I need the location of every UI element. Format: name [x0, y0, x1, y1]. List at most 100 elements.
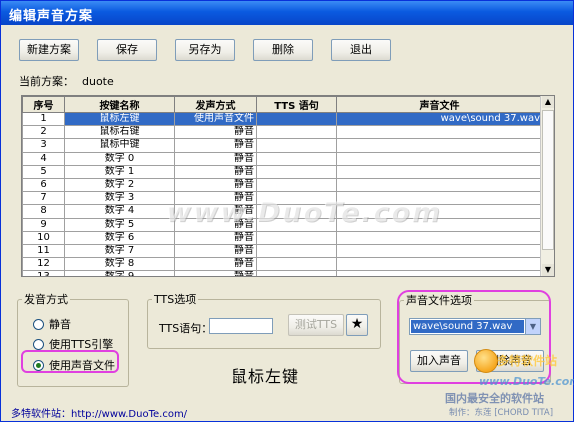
exit-button[interactable]: 退出 — [331, 39, 391, 61]
table-cell[interactable]: 13 — [22, 270, 65, 276]
scroll-down-icon[interactable]: ▼ — [542, 264, 554, 276]
table-cell[interactable]: 静音 — [174, 257, 257, 272]
table-cell[interactable]: 数字 3 — [64, 191, 175, 206]
table-cell[interactable]: 4 — [22, 151, 65, 166]
test-tts-button[interactable]: 测试TTS — [288, 314, 344, 336]
radio-tts-icon[interactable] — [33, 338, 44, 350]
table-cell[interactable] — [256, 257, 337, 272]
table-cell[interactable] — [256, 151, 337, 166]
new-scheme-button[interactable]: 新建方案 — [19, 39, 79, 61]
table-cell[interactable]: 静音 — [174, 243, 257, 259]
table-row[interactable]: 1 鼠标左键 使用声音文件 wave\sound 37.wav — [22, 111, 543, 127]
table-cell[interactable]: wave\sound 37.wav — [336, 111, 543, 127]
table-cell[interactable] — [336, 164, 543, 179]
col-header-sound-file[interactable]: 声音文件 — [336, 96, 543, 113]
table-row[interactable]: 2 鼠标右键 静音 — [22, 125, 543, 140]
table-cell[interactable]: 静音 — [174, 151, 257, 166]
title-bar[interactable]: 编辑声音方案 — [1, 1, 573, 25]
save-as-button[interactable]: 另存为 — [175, 39, 235, 61]
table-cell[interactable] — [336, 138, 543, 153]
highlight-radio-sound-file — [21, 350, 119, 373]
scroll-thumb[interactable] — [542, 110, 554, 250]
watermark-text: www.DuoTe.com — [166, 197, 442, 228]
table-cell[interactable]: 使用声音文件 — [174, 111, 257, 127]
table-cell[interactable]: 静音 — [174, 125, 257, 140]
table-cell[interactable] — [256, 138, 337, 153]
table-cell[interactable]: 数字 9 — [64, 270, 175, 276]
table-row[interactable]: 5 数字 1 静音 — [22, 164, 543, 179]
tts-text-label: TTS语句： — [159, 322, 213, 335]
highlight-sound-options — [397, 290, 551, 384]
table-row[interactable]: 12 数字 8 静音 — [22, 257, 543, 272]
delete-button[interactable]: 删除 — [253, 39, 313, 61]
watermark-credit: 制作：东莲 [CHORD TITA] — [449, 408, 554, 418]
table-cell[interactable]: 静音 — [174, 230, 257, 245]
table-row[interactable]: 6 数字 2 静音 — [22, 177, 543, 193]
col-header-sound-mode[interactable]: 发声方式 — [174, 96, 257, 113]
table-cell[interactable] — [256, 270, 337, 276]
save-button[interactable]: 保存 — [97, 39, 157, 61]
col-header-tts-text[interactable]: TTS 语句 — [256, 96, 337, 113]
table-cell[interactable] — [256, 177, 337, 193]
table-cell[interactable]: 静音 — [174, 138, 257, 153]
table-cell[interactable]: 数字 4 — [64, 204, 175, 219]
current-scheme: 当前方案： duote — [19, 73, 122, 89]
table-cell[interactable]: 8 — [22, 204, 65, 219]
table-cell[interactable] — [336, 151, 543, 166]
table-cell[interactable]: 2 — [22, 125, 65, 140]
table-row[interactable]: 4 数字 0 静音 — [22, 151, 543, 166]
watermark-site-name: 多特软件站 — [497, 354, 558, 368]
scroll-up-icon[interactable]: ▲ — [542, 96, 554, 108]
table-scrollbar[interactable]: ▲ ▼ — [540, 96, 554, 276]
table-cell[interactable]: 12 — [22, 257, 65, 272]
footer-link[interactable]: 多特软件站：http://www.DuoTe.com/ — [11, 405, 187, 420]
radio-mute-label: 静音 — [49, 318, 71, 331]
table-cell[interactable]: 数字 6 — [64, 230, 175, 245]
table-cell[interactable]: 7 — [22, 191, 65, 206]
key-sound-table[interactable]: 序号 按键名称 发声方式 TTS 语句 声音文件 1 鼠标左键 使用声音文件 wave… — [21, 95, 555, 277]
table-cell[interactable]: 数字 5 — [64, 217, 175, 232]
table-cell[interactable]: 9 — [22, 217, 65, 232]
current-scheme-label: 当前方案： — [19, 75, 74, 88]
table-cell[interactable] — [336, 243, 543, 259]
table-cell[interactable] — [256, 243, 337, 259]
star-icon[interactable]: ★ — [346, 314, 368, 336]
table-cell[interactable]: 1 — [22, 111, 65, 127]
table-cell[interactable]: 5 — [22, 164, 65, 179]
table-cell[interactable] — [256, 164, 337, 179]
table-cell[interactable] — [336, 177, 543, 193]
table-cell[interactable] — [336, 270, 543, 276]
table-cell[interactable] — [336, 230, 543, 245]
table-cell[interactable] — [256, 230, 337, 245]
table-row[interactable]: 11 数字 7 静音 — [22, 243, 543, 259]
radio-mute[interactable]: 静音 — [33, 316, 71, 332]
col-header-key-name[interactable]: 按键名称 — [64, 96, 175, 113]
table-cell[interactable]: 10 — [22, 230, 65, 245]
table-cell[interactable] — [336, 257, 543, 272]
table-cell[interactable]: 鼠标左键 — [64, 111, 175, 127]
table-cell[interactable] — [336, 125, 543, 140]
radio-mute-icon[interactable] — [33, 318, 44, 330]
window-title: 编辑声音方案 — [9, 9, 94, 24]
col-header-index[interactable]: 序号 — [22, 96, 65, 113]
table-row[interactable]: 3 鼠标中键 静音 — [22, 138, 543, 153]
table-cell[interactable] — [256, 111, 337, 127]
table-cell[interactable]: 静音 — [174, 177, 257, 193]
tts-text-input[interactable] — [209, 318, 273, 334]
table-cell[interactable]: 静音 — [174, 270, 257, 276]
table-cell[interactable]: 3 — [22, 138, 65, 153]
table-cell[interactable]: 数字 2 — [64, 177, 175, 193]
table-cell[interactable]: 数字 1 — [64, 164, 175, 179]
table-row[interactable]: 10 数字 6 静音 — [22, 230, 543, 245]
table-cell[interactable]: 11 — [22, 243, 65, 259]
table-cell[interactable] — [256, 125, 337, 140]
table-cell[interactable]: 鼠标右键 — [64, 125, 175, 140]
current-scheme-value: duote — [82, 75, 114, 88]
table-cell[interactable]: 6 — [22, 177, 65, 193]
table-row[interactable]: 13 数字 9 静音 — [22, 270, 543, 276]
table-cell[interactable]: 鼠标中键 — [64, 138, 175, 153]
table-cell[interactable]: 数字 8 — [64, 257, 175, 272]
table-cell[interactable]: 数字 7 — [64, 243, 175, 259]
table-cell[interactable]: 数字 0 — [64, 151, 175, 166]
table-cell[interactable]: 静音 — [174, 164, 257, 179]
